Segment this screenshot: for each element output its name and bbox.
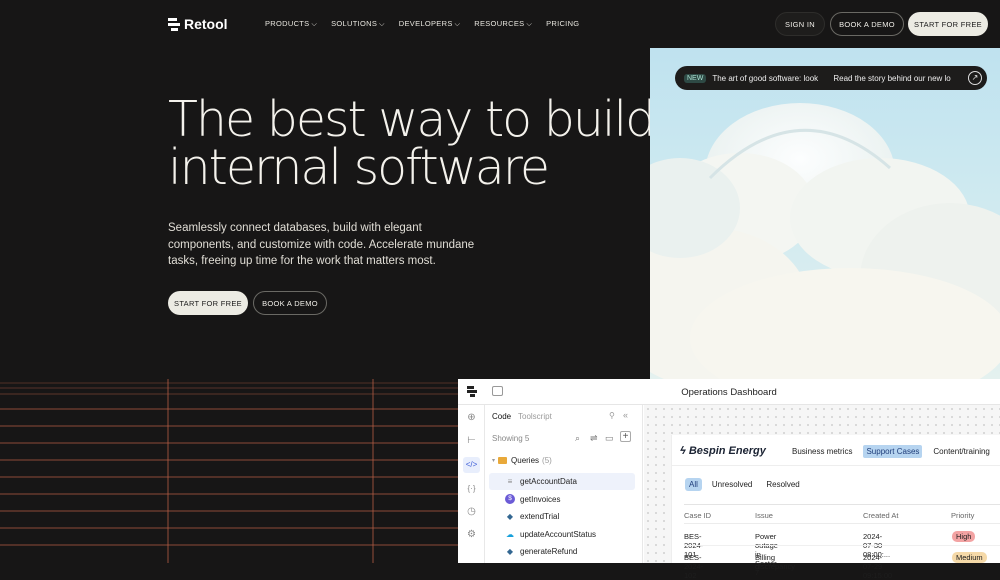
chevron-down-icon: ⌵ (311, 21, 318, 28)
state-icon[interactable]: {·} (465, 482, 478, 495)
column-header[interactable]: Priority (951, 511, 974, 520)
hero-title-line1: The best way to build (168, 91, 656, 148)
column-header[interactable]: Issue (755, 511, 773, 520)
book-demo-nav-button[interactable]: BOOK A DEMO (830, 12, 904, 36)
app-canvas: ϟ Bespin Energy Business metrics Support … (644, 405, 1000, 580)
nav-menu-developers[interactable]: DEVELOPERS ⌵ (399, 19, 460, 29)
priority-badge: Medium (952, 552, 987, 563)
history-icon[interactable]: ◷ (465, 505, 478, 518)
chevron-down-icon: ⌵ (379, 21, 385, 28)
book-demo-hero-button[interactable]: BOOK A DEMO (253, 291, 327, 315)
filter-all[interactable]: All (685, 478, 702, 491)
nav-menu-label: PRICING (546, 19, 580, 28)
status-filters: All Unresolved Resolved (685, 478, 804, 491)
chevron-down-icon: ⌵ (454, 21, 461, 28)
filter-unresolved[interactable]: Unresolved (708, 478, 756, 491)
query-name: extendTrial (520, 512, 560, 521)
folder-icon[interactable]: ▭ (605, 433, 614, 444)
nav-menu-label: PRODUCTS (265, 19, 310, 28)
tab-toolscript[interactable]: Toolscript (518, 412, 552, 421)
code-panel: Code Toolscript ⚲ « Showing 5 ⌕ ⇌ ▭ + ▾ … (485, 405, 643, 563)
decorative-grid (0, 379, 458, 563)
database-icon: ≡ (507, 477, 513, 486)
app-window-title: Operations Dashboard (681, 387, 777, 398)
postgres-icon: ◆ (506, 547, 514, 556)
showing-count: Showing 5 (492, 434, 530, 443)
priority-badge: High (952, 531, 976, 542)
app-header: Operations Dashboard (458, 379, 1000, 405)
pin-icon[interactable]: ⚲ (609, 411, 615, 420)
company-name: Bespin Energy (688, 445, 766, 457)
table-cell-id: BES-2024-102 (684, 553, 704, 580)
query-item[interactable]: $ getInvoices (489, 491, 635, 508)
dashboard-card: ϟ Bespin Energy Business metrics Support … (671, 435, 1000, 580)
new-badge: NEW (684, 73, 707, 83)
postgres-icon: ◆ (506, 512, 514, 521)
filter-resolved[interactable]: Resolved (762, 478, 803, 491)
nav-menu-label: DEVELOPERS (398, 19, 453, 28)
query-list: ≡ getAccountData $ getInvoices ◆ extendTrial ☁… (489, 473, 635, 563)
tab-code[interactable]: Code (492, 412, 511, 421)
app-preview-window: Operations Dashboard ⊕ ⊢ </> {·} ◷ ⚙ Cod… (458, 379, 1000, 580)
table-cell-issue: Billing discrepancy (755, 553, 796, 571)
start-free-nav-button[interactable]: START FOR FREE (908, 12, 988, 36)
retool-logo[interactable]: Retool (168, 16, 228, 32)
stripe-icon: $ (505, 494, 515, 504)
nav-menu-products[interactable]: PRODUCTS ⌵ (265, 19, 317, 29)
query-item[interactable]: ≡ getAccountData (489, 473, 635, 490)
tree-icon[interactable]: ⊢ (465, 434, 478, 447)
column-header[interactable]: Case ID (684, 511, 711, 520)
announcement-link[interactable]: Read the story behind our new lo (833, 74, 961, 83)
queries-folder-label: Queries (511, 456, 540, 465)
retool-logo-icon (168, 17, 180, 31)
nav-menu-solutions[interactable]: SOLUTIONS ⌵ (331, 19, 385, 29)
search-icon[interactable]: ⌕ (575, 433, 580, 444)
top-navigation: Retool PRODUCTS ⌵ SOLUTIONS ⌵ DEVELOPERS ⌵ RES… (0, 0, 1000, 48)
lightning-icon: ϟ (680, 445, 686, 457)
left-rail: ⊕ ⊢ </> {·} ◷ ⚙ (458, 405, 485, 563)
brand-name: Retool (184, 16, 228, 32)
collapse-icon[interactable]: « (623, 410, 628, 420)
cloud-illustration (650, 103, 1000, 379)
query-name: getInvoices (520, 494, 561, 504)
hero-subtitle: Seamlessly connect databases, build with… (168, 222, 475, 267)
query-item[interactable]: ☁ updateAccountStatus (489, 526, 635, 543)
nav-menu-pricing[interactable]: PRICING (546, 19, 579, 29)
query-name: generateRefund (520, 547, 578, 556)
filter-icon[interactable]: ⇌ (590, 433, 598, 444)
add-icon[interactable]: ⊕ (465, 411, 478, 424)
salesforce-icon: ☁ (506, 529, 514, 539)
query-name: getAccountData (520, 477, 577, 486)
sign-in-button[interactable]: SIGN IN (775, 12, 825, 36)
announcement-text: The art of good software: look (712, 73, 819, 83)
folder-icon (498, 457, 508, 464)
nav-menu-label: RESOURCES (474, 19, 525, 28)
nav-menu-label: SOLUTIONS (331, 19, 378, 28)
code-icon[interactable]: </> (463, 457, 480, 473)
dashboard-tab[interactable]: Support Cases (863, 445, 923, 458)
query-item[interactable]: ◆ generateRefund (489, 543, 635, 560)
query-name: updateAccountStatus (520, 529, 597, 539)
queries-folder[interactable]: ▾ Queries (5) (492, 456, 552, 465)
table-cell-created: 2024-07-29 09:15:00 (863, 553, 893, 580)
chevron-down-icon: ⌵ (526, 21, 533, 28)
hero-title-line2: internal software (168, 139, 550, 196)
queries-folder-count: (5) (542, 456, 552, 465)
settings-icon[interactable]: ⚙ (465, 528, 478, 541)
main-menu: PRODUCTS ⌵ SOLUTIONS ⌵ DEVELOPERS ⌵ RESOURCES ⌵… (265, 19, 579, 29)
query-item[interactable]: ◆ extendTrial (489, 508, 635, 525)
column-header[interactable]: Created At (863, 511, 898, 520)
dashboard-tabs: Business metrics Support Cases Content/tra… (789, 445, 993, 458)
announcement-banner[interactable]: NEW The art of good software: look Read … (675, 66, 987, 90)
arrow-up-right-icon[interactable]: ↗ (968, 71, 982, 85)
hero-title: The best way to build internal software (168, 91, 656, 196)
dashboard-tab[interactable]: Business metrics (789, 445, 855, 458)
dashboard-tab[interactable]: Content/training (930, 445, 992, 458)
sky-illustration (650, 48, 1000, 379)
chevron-down-icon: ▾ (492, 458, 496, 464)
company-logo: ϟ Bespin Energy (680, 445, 766, 457)
add-query-icon[interactable]: + (620, 431, 631, 442)
nav-menu-resources[interactable]: RESOURCES ⌵ (474, 19, 532, 29)
start-free-hero-button[interactable]: START FOR FREE (168, 291, 248, 315)
